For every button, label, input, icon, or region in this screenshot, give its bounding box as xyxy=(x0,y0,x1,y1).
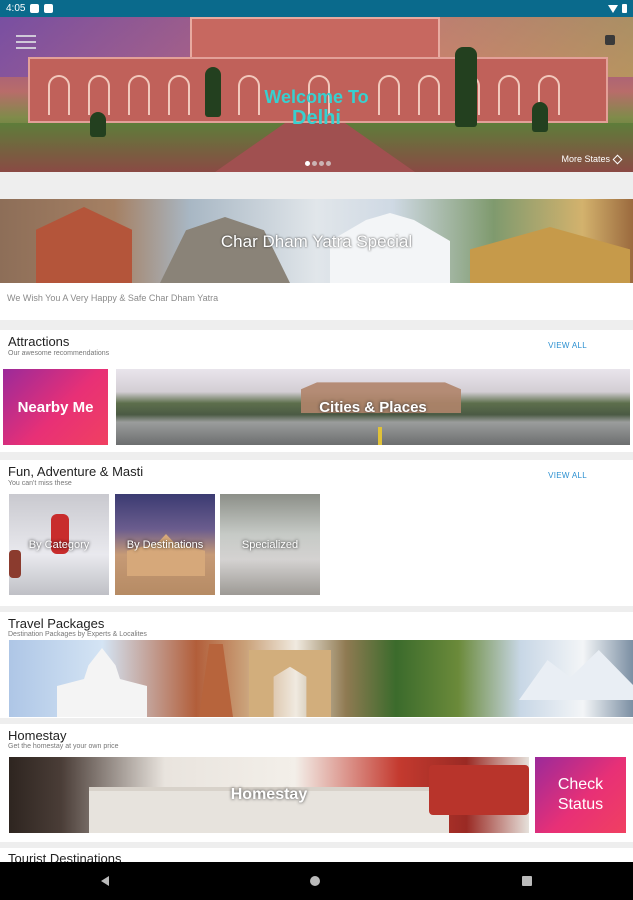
tile-label: Specialized xyxy=(241,538,299,551)
notification-icon xyxy=(44,4,54,13)
travel-packages-banner[interactable] xyxy=(9,640,633,717)
recents-icon[interactable] xyxy=(522,876,533,886)
section-title: Fun, Adventure & Masti xyxy=(8,464,144,479)
tile-label: By Category xyxy=(28,538,90,551)
system-nav-bar xyxy=(0,862,633,900)
section-title: Attractions xyxy=(8,334,70,349)
view-all-attractions-button[interactable]: VIEW ALL xyxy=(548,341,587,350)
section-subtitle: Destination Packages by Experts & Locali… xyxy=(8,631,147,638)
carousel-dot xyxy=(305,161,310,166)
homestay-section: Homestay Get the homestay at your own pr… xyxy=(0,724,633,842)
carousel-dot xyxy=(312,161,317,166)
homestay-label: Homestay xyxy=(230,786,308,803)
wifi-icon xyxy=(608,4,618,13)
status-time: 4:05 xyxy=(6,3,26,14)
back-icon[interactable] xyxy=(100,876,109,886)
pencil-icon xyxy=(612,154,623,164)
char-dham-banner[interactable]: Char Dham Yatra Special xyxy=(0,199,633,283)
tile-label: By Destinations xyxy=(126,538,204,551)
by-destinations-tile[interactable]: By Destinations xyxy=(115,494,215,595)
menu-icon[interactable] xyxy=(16,35,36,49)
check-status-label: Status xyxy=(557,796,604,813)
carousel-dot xyxy=(319,161,324,166)
hero-welcome-text: Welcome To xyxy=(264,87,369,107)
section-title: Travel Packages xyxy=(8,616,105,631)
section-subtitle: Get the homestay at your own price xyxy=(8,743,119,750)
char-dham-card[interactable]: Char Dham Yatra Special We Wish You A Ve… xyxy=(0,199,633,320)
share-icon[interactable] xyxy=(605,35,615,45)
char-dham-title: Char Dham Yatra Special xyxy=(220,232,413,251)
section-subtitle: Our awesome recommendations xyxy=(8,350,110,357)
hero-city-name: Delhi xyxy=(292,107,341,129)
by-category-tile[interactable]: By Category xyxy=(9,494,109,595)
view-all-fun-button[interactable]: VIEW ALL xyxy=(548,471,587,480)
more-states-button[interactable]: More States xyxy=(561,154,623,164)
carousel-indicator xyxy=(305,161,331,166)
attractions-section: Attractions Our awesome recommendations … xyxy=(0,330,633,452)
check-status-button[interactable]: Check Status xyxy=(535,757,626,833)
hero-carousel[interactable]: Welcome To Delhi More States xyxy=(0,17,633,172)
battery-icon xyxy=(622,4,627,13)
more-states-label: More States xyxy=(561,154,610,164)
fun-adventure-section: Fun, Adventure & Masti You can't miss th… xyxy=(0,460,633,606)
section-subtitle: You can't miss these xyxy=(8,480,72,487)
cities-places-button[interactable]: Cities & Places xyxy=(116,369,630,445)
check-status-label: Check xyxy=(557,776,604,793)
specialized-tile[interactable]: Specialized xyxy=(220,494,320,595)
cities-places-label: Cities & Places xyxy=(319,398,427,416)
section-title: Homestay xyxy=(8,728,67,743)
notification-icon xyxy=(30,4,40,13)
home-icon[interactable] xyxy=(310,876,321,886)
carousel-dot xyxy=(326,161,331,166)
char-dham-subtitle: We Wish You A Very Happy & Safe Char Dha… xyxy=(7,293,219,303)
nearby-me-button[interactable]: Nearby Me xyxy=(3,369,108,445)
travel-packages-section: Travel Packages Destination Packages by … xyxy=(0,612,633,718)
homestay-banner[interactable]: Homestay xyxy=(9,757,529,833)
status-bar: 4:05 xyxy=(0,0,633,17)
